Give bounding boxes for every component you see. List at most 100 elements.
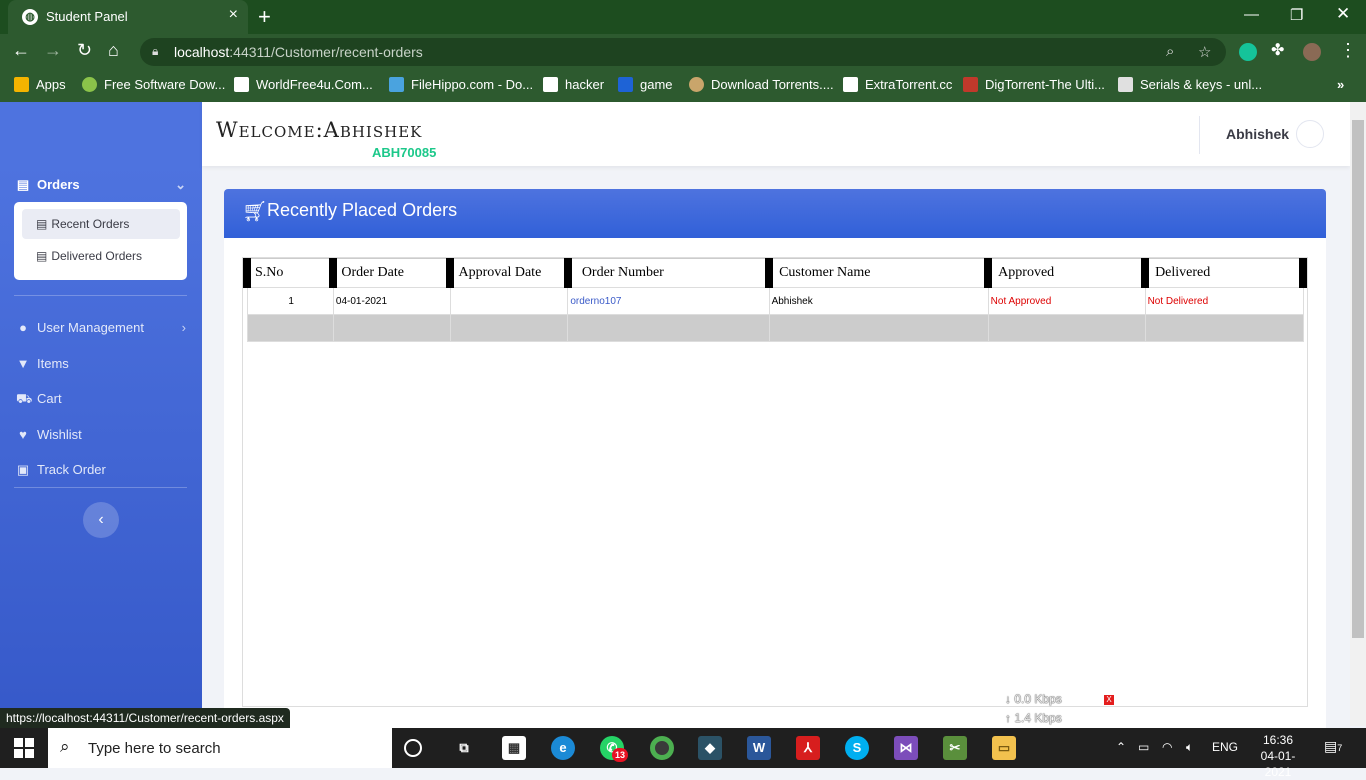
- minimize-icon[interactable]: —: [1244, 6, 1259, 23]
- sidebar-item-label: User Management: [37, 320, 144, 335]
- sidebar-subitem-delivered-orders[interactable]: ▤ Delivered Orders: [22, 241, 180, 271]
- task-view-icon[interactable]: ⧉: [452, 736, 476, 760]
- forward-icon[interactable]: →: [44, 40, 62, 61]
- sidebar-item-orders[interactable]: ▤ Orders ⌄: [16, 177, 186, 193]
- cell-customer-name: Abhishek: [768, 287, 989, 315]
- sidebar-item-label: Cart: [37, 391, 62, 406]
- bookmark-filehippo[interactable]: FileHippo.com - Do...: [389, 77, 533, 92]
- cortana-icon[interactable]: [404, 739, 422, 757]
- close-tab-icon[interactable]: ×: [229, 6, 238, 24]
- profile-avatar[interactable]: [1303, 43, 1321, 61]
- bookmark-apps[interactable]: Apps: [14, 77, 66, 92]
- file-explorer-icon[interactable]: ▭: [992, 736, 1016, 760]
- sidebar-item-label: Wishlist: [37, 427, 82, 442]
- store-icon[interactable]: ▦: [502, 736, 526, 760]
- bookmark-label: FileHippo.com - Do...: [411, 77, 534, 92]
- orders-table: S.No Order Date Approval Date Order Numb…: [242, 258, 1307, 342]
- net-speed-widget: ↓ 0.0 Kbps ↑ 1.4 Kbps: [1005, 690, 1062, 728]
- bookmark-download-torrents[interactable]: Download Torrents....: [689, 77, 834, 92]
- bookmark-free-software[interactable]: Free Software Dow...: [82, 77, 225, 92]
- bookmark-worldfree4u[interactable]: WorldFree4u.Com...: [234, 77, 373, 92]
- list-icon: ▤: [36, 217, 48, 231]
- sidebar-item-items[interactable]: ▼ Items: [16, 356, 69, 371]
- close-window-icon[interactable]: ✕: [1336, 4, 1350, 24]
- cell-delivered-status: Not Delivered: [1144, 287, 1304, 315]
- sidebar-item-wishlist[interactable]: ♥ Wishlist: [16, 427, 82, 442]
- battery-icon[interactable]: ▭: [1138, 740, 1149, 754]
- column-header[interactable]: S.No: [242, 258, 338, 288]
- column-header[interactable]: Approval Date: [446, 258, 572, 288]
- bookmark-extratorrent[interactable]: ExtraTorrent.cc: [843, 77, 952, 92]
- new-tab-button[interactable]: +: [258, 4, 271, 30]
- column-header[interactable]: Order Date: [329, 258, 455, 288]
- tab-title: Student Panel: [46, 9, 128, 24]
- taskbar-search-box[interactable]: ⌕ Type here to search: [48, 728, 392, 768]
- shield-logo-icon: [689, 77, 704, 92]
- cell-approved-status: Not Approved: [987, 287, 1146, 315]
- link-status-bubble: https://localhost:44311/Customer/recent-…: [0, 708, 290, 728]
- sidebar-toggle-button[interactable]: ‹: [83, 502, 119, 538]
- action-center-icon[interactable]: ▤7: [1324, 738, 1342, 755]
- order-number-link[interactable]: orderno107: [567, 287, 770, 315]
- column-header[interactable]: Customer Name: [765, 258, 993, 288]
- notification-count: 7: [1337, 743, 1343, 753]
- grammarly-extension-icon[interactable]: [1239, 43, 1257, 61]
- reload-icon[interactable]: ↻: [77, 40, 92, 61]
- url-host: localhost: [174, 44, 230, 60]
- zoom-search-icon[interactable]: ⌕: [1166, 43, 1174, 60]
- volume-icon[interactable]: 🔈︎: [1186, 740, 1193, 755]
- skype-icon[interactable]: S: [845, 736, 869, 760]
- bookmark-digtorrent[interactable]: DigTorrent-The Ulti...: [963, 77, 1105, 92]
- bookmark-label: WorldFree4u.Com...: [256, 77, 373, 92]
- sidebar-item-track-order[interactable]: ▣ Track Order: [16, 462, 106, 478]
- sidebar-subitem-recent-orders[interactable]: ▤ Recent Orders: [22, 209, 180, 239]
- windows-taskbar: ⌕ Type here to search ⧉ ▦ e ✆ 13 ◆ W ⅄ S…: [0, 728, 1366, 779]
- address-bar[interactable]: 🔒︎ localhost:44311/Customer/recent-order…: [140, 38, 1226, 66]
- word-icon[interactable]: W: [747, 736, 771, 760]
- card-title: Recently Placed Orders: [267, 200, 458, 220]
- acrobat-icon[interactable]: ⅄: [796, 736, 820, 760]
- topbar: Welcome:Abhishek ABH70085 Abhishek: [202, 102, 1350, 166]
- edge-icon[interactable]: e: [551, 736, 575, 760]
- menu-kebab-icon[interactable]: ⋮: [1339, 40, 1357, 61]
- windows-start-icon[interactable]: [14, 738, 34, 758]
- page-scrollbar[interactable]: [1350, 102, 1366, 726]
- cell-sno: 1: [246, 287, 334, 315]
- bookmark-serials-keys[interactable]: Serials & keys - unl...: [1118, 77, 1262, 92]
- bookmark-label: Free Software Dow...: [104, 77, 226, 92]
- whatsapp-badge: 13: [612, 748, 628, 762]
- taskbar-clock[interactable]: 16:36 04-01-2021: [1248, 732, 1308, 780]
- home-icon[interactable]: ⌂: [108, 40, 119, 61]
- sidebar-item-user-management[interactable]: ● User Management ›: [16, 320, 186, 335]
- table-header-row: S.No Order Date Approval Date Order Numb…: [242, 258, 1307, 288]
- sidebar-item-cart[interactable]: ⛟ Cart: [16, 391, 62, 409]
- chrome-icon[interactable]: [650, 736, 674, 760]
- language-indicator[interactable]: ENG: [1212, 740, 1238, 754]
- wf-logo-icon: [234, 77, 249, 92]
- extensions-puzzle-icon[interactable]: ✤: [1271, 40, 1284, 60]
- net-speed-close-button[interactable]: X: [1104, 695, 1114, 705]
- subitem-label: Delivered Orders: [51, 249, 143, 263]
- wifi-icon[interactable]: ◠: [1162, 740, 1172, 754]
- scrollbar-thumb[interactable]: [1352, 120, 1364, 638]
- cart-icon: ⛟: [16, 391, 33, 406]
- back-icon[interactable]: ←: [12, 40, 30, 61]
- bookmark-star-icon[interactable]: ☆: [1198, 43, 1211, 61]
- user-dropdown-name[interactable]: Abhishek: [1226, 126, 1289, 142]
- column-header[interactable]: Delivered: [1141, 258, 1307, 288]
- welcome-title: Welcome:Abhishek: [216, 118, 423, 142]
- column-header[interactable]: Order Number: [563, 258, 774, 288]
- restore-icon[interactable]: ❐: [1290, 6, 1303, 24]
- bookmark-game[interactable]: game: [618, 77, 673, 92]
- browser-tab[interactable]: ◍ Student Panel ×: [8, 0, 248, 34]
- s-logo-icon: [618, 77, 633, 92]
- filmora-icon[interactable]: ◆: [698, 736, 722, 760]
- column-header[interactable]: Approved: [984, 258, 1150, 288]
- snipping-tool-icon[interactable]: ✂: [943, 736, 967, 760]
- more-bookmarks-icon[interactable]: »: [1337, 77, 1344, 92]
- cell-approval-date: [449, 287, 569, 315]
- visual-studio-icon[interactable]: ⋈: [894, 736, 918, 760]
- avatar[interactable]: [1296, 120, 1324, 148]
- show-hidden-icons-icon[interactable]: ⌃: [1116, 740, 1126, 754]
- bookmark-hacker[interactable]: hacker: [543, 77, 604, 92]
